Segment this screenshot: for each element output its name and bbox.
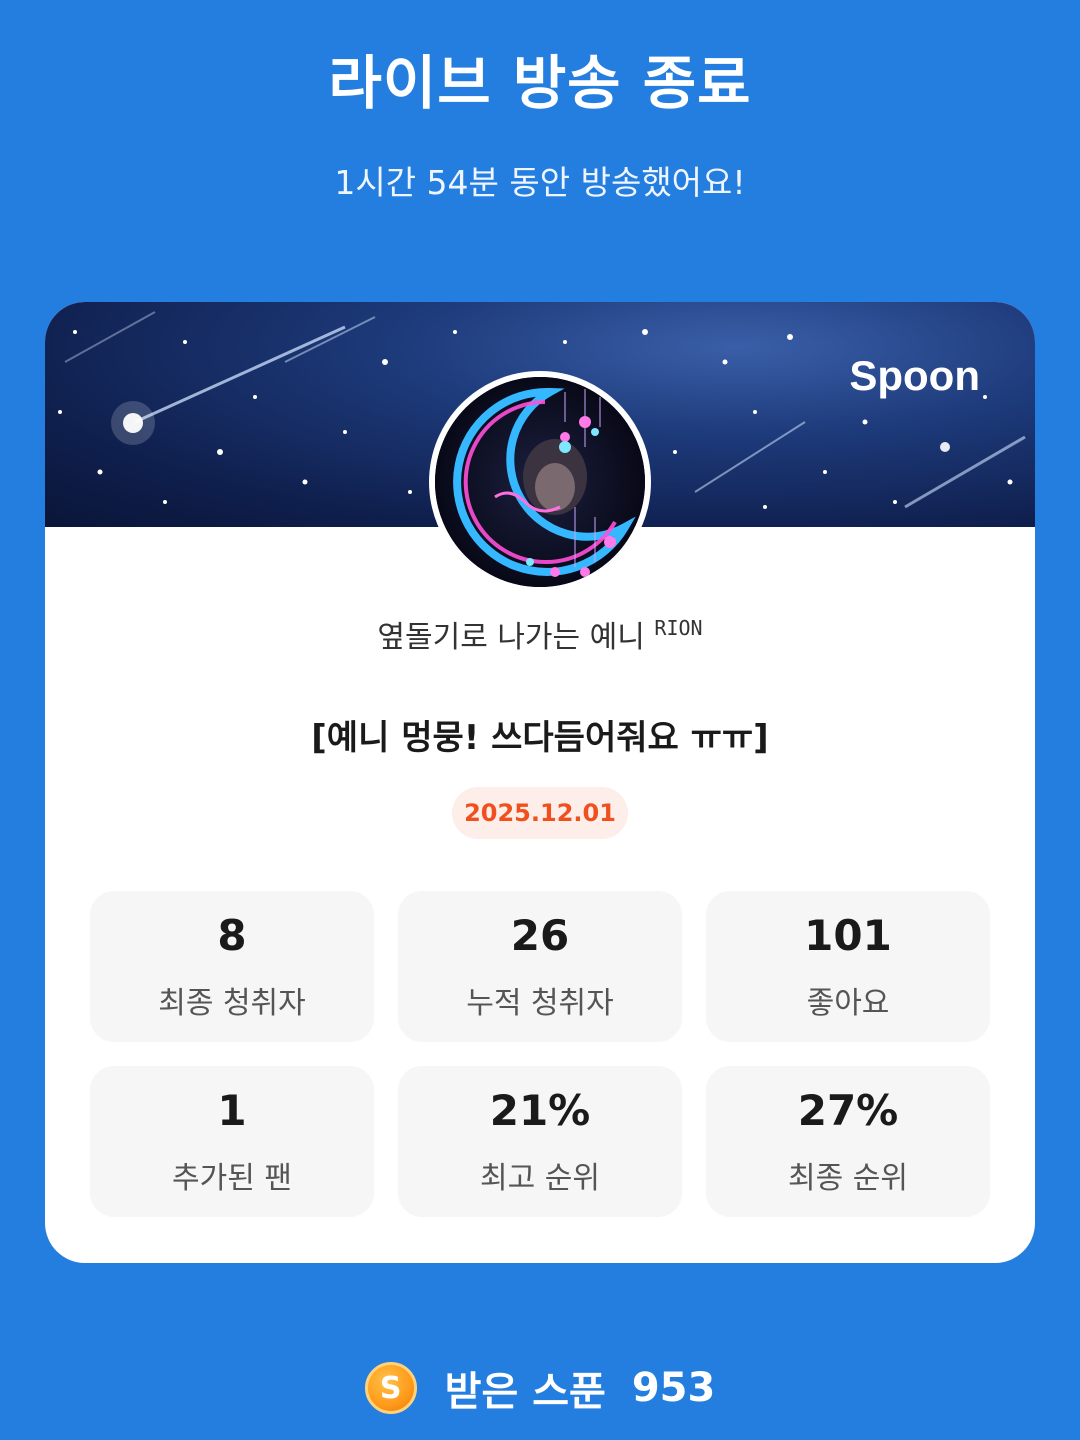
stat-label: 최종 순위	[788, 1161, 908, 1196]
stat-label: 최고 순위	[480, 1161, 600, 1196]
broadcast-summary-card: Spoon 옆돌기로 나가는 예니 RION [예니 멍뭉! 쓰다듬어줘요 ㅠㅠ…	[45, 302, 1035, 1263]
stat-new-fans: 1 추가된 팬	[90, 1066, 374, 1217]
stat-final-rank: 27% 최종 순위	[706, 1066, 990, 1217]
live-end-screen: 라이브 방송 종료 1시간 54분 동안 방송했어요! Spoon 옆돌기로 나…	[0, 0, 1080, 1440]
stat-final-listeners: 8 최종 청취자	[90, 891, 374, 1042]
stat-value: 8	[217, 911, 247, 960]
stat-label: 최종 청취자	[158, 986, 306, 1021]
stat-value: 21%	[489, 1086, 591, 1135]
stat-label: 추가된 팬	[172, 1161, 292, 1196]
stat-value: 1	[217, 1086, 247, 1135]
broadcaster-nickname: 옆돌기로 나가는 예니 RION	[45, 612, 1035, 656]
broadcast-duration: 1시간 54분 동안 방송했어요!	[334, 163, 746, 202]
received-spoons-label: 받은 스푼	[444, 1369, 606, 1415]
spoon-logo: Spoon	[849, 352, 980, 399]
broadcast-date-badge: 2025.12.01	[452, 787, 628, 839]
stat-total-listeners: 26 누적 청취자	[398, 891, 682, 1042]
nickname-suffix: RION	[654, 616, 703, 640]
stat-label: 좋아요	[806, 986, 890, 1021]
live-title: [예니 멍뭉! 쓰다듬어줘요 ㅠㅠ]	[311, 718, 769, 758]
received-spoons-count: 953	[631, 1365, 716, 1411]
stat-value: 27%	[797, 1086, 899, 1135]
stat-value: 101	[804, 911, 892, 960]
received-spoons: S 받은 스푼 953	[0, 1360, 1080, 1416]
stat-best-rank: 21% 최고 순위	[398, 1066, 682, 1217]
nickname-text: 옆돌기로 나가는 예니	[377, 620, 645, 655]
spoon-coin-icon: S	[364, 1362, 417, 1414]
avatar	[429, 371, 651, 593]
stat-value: 26	[510, 911, 570, 960]
page-title: 라이브 방송 종료	[328, 49, 752, 117]
stats-grid: 8 최종 청취자 26 누적 청취자 101 좋아요 1 추가된 팬 21% 최…	[90, 891, 990, 1217]
stat-label: 누적 청취자	[466, 986, 614, 1021]
avatar-image	[435, 377, 645, 587]
stat-likes: 101 좋아요	[706, 891, 990, 1042]
